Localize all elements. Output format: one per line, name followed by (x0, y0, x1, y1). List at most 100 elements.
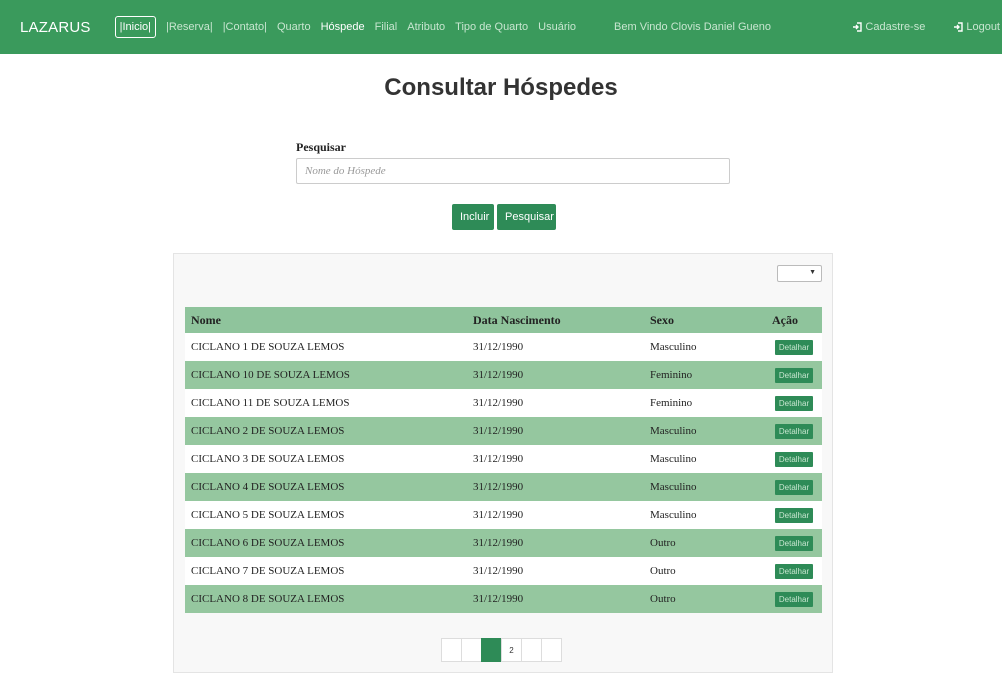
nav-item-atributo[interactable]: Atributo (407, 21, 445, 33)
cell-nome: CICLANO 3 DE SOUZA LEMOS (185, 445, 467, 473)
detalhar-button[interactable]: Detalhar (774, 367, 814, 383)
pagination-page-2[interactable]: 2 (501, 638, 522, 662)
table-row: CICLANO 3 DE SOUZA LEMOS 31/12/1990 Masc… (185, 445, 822, 473)
pesquisar-button[interactable]: Pesquisar (497, 204, 556, 230)
cell-acao: Detalhar (766, 389, 822, 417)
nav-item-inicio[interactable]: |Inicio| (114, 16, 156, 38)
nav-right-group: Cadastre-se Logout (852, 0, 1002, 54)
cell-acao: Detalhar (766, 585, 822, 613)
cell-acao: Detalhar (766, 361, 822, 389)
pagination-next[interactable] (521, 638, 542, 662)
cell-nome: CICLANO 10 DE SOUZA LEMOS (185, 361, 467, 389)
cell-sexo: Masculino (644, 417, 766, 445)
column-header-data-nascimento[interactable]: Data Nascimento (467, 307, 644, 333)
cell-data-nascimento: 31/12/1990 (467, 333, 644, 361)
table-row: CICLANO 1 DE SOUZA LEMOS 31/12/1990 Masc… (185, 333, 822, 361)
guests-table: Nome Data Nascimento Sexo Ação CICLANO 1… (185, 307, 822, 613)
brand-logo[interactable]: LAZARUS (20, 19, 91, 36)
cell-nome: CICLANO 4 DE SOUZA LEMOS (185, 473, 467, 501)
nav-item-tipo-de-quarto[interactable]: Tipo de Quarto (455, 21, 528, 33)
column-header-nome[interactable]: Nome (185, 307, 467, 333)
table-row: CICLANO 6 DE SOUZA LEMOS 31/12/1990 Outr… (185, 529, 822, 557)
incluir-button[interactable]: Incluir (452, 204, 494, 230)
detalhar-button[interactable]: Detalhar (774, 535, 814, 551)
table-row: CICLANO 8 DE SOUZA LEMOS 31/12/1990 Outr… (185, 585, 822, 613)
cell-sexo: Feminino (644, 361, 766, 389)
search-label: Pesquisar (296, 140, 347, 154)
login-icon (853, 22, 863, 32)
cell-data-nascimento: 31/12/1990 (467, 361, 644, 389)
column-header-sexo[interactable]: Sexo (644, 307, 766, 333)
table-row: CICLANO 4 DE SOUZA LEMOS 31/12/1990 Masc… (185, 473, 822, 501)
detalhar-button[interactable]: Detalhar (774, 339, 814, 355)
nav-item-contato[interactable]: |Contato| (223, 21, 267, 33)
detalhar-button[interactable]: Detalhar (774, 479, 814, 495)
cell-data-nascimento: 31/12/1990 (467, 417, 644, 445)
cell-data-nascimento: 31/12/1990 (467, 445, 644, 473)
pagination-prev[interactable] (461, 638, 482, 662)
cell-nome: CICLANO 6 DE SOUZA LEMOS (185, 529, 467, 557)
logout-link[interactable]: Logout (953, 21, 1000, 33)
cell-acao: Detalhar (766, 529, 822, 557)
cell-sexo: Masculino (644, 333, 766, 361)
detalhar-button[interactable]: Detalhar (774, 591, 814, 607)
welcome-message: Bem Vindo Clovis Daniel Gueno (614, 21, 771, 33)
page-size-select[interactable]: ▼ (777, 265, 822, 282)
cell-acao: Detalhar (766, 501, 822, 529)
cell-data-nascimento: 31/12/1990 (467, 501, 644, 529)
page-title: Consultar Hóspedes (384, 74, 618, 101)
pagination-first[interactable] (441, 638, 462, 662)
detalhar-button[interactable]: Detalhar (774, 451, 814, 467)
column-header-acao: Ação (766, 307, 822, 333)
pagination: 2 (441, 638, 562, 662)
caret-down-icon: ▼ (809, 269, 816, 276)
table-row: CICLANO 5 DE SOUZA LEMOS 31/12/1990 Masc… (185, 501, 822, 529)
cell-data-nascimento: 31/12/1990 (467, 557, 644, 585)
cell-sexo: Masculino (644, 445, 766, 473)
cell-sexo: Outro (644, 585, 766, 613)
table-header-row: Nome Data Nascimento Sexo Ação (185, 307, 822, 333)
logout-label: Logout (966, 21, 1000, 33)
cell-nome: CICLANO 7 DE SOUZA LEMOS (185, 557, 467, 585)
detalhar-button[interactable]: Detalhar (774, 423, 814, 439)
table-row: CICLANO 11 DE SOUZA LEMOS 31/12/1990 Fem… (185, 389, 822, 417)
cell-sexo: Masculino (644, 501, 766, 529)
detalhar-button[interactable]: Detalhar (774, 507, 814, 523)
table-row: CICLANO 2 DE SOUZA LEMOS 31/12/1990 Masc… (185, 417, 822, 445)
cell-data-nascimento: 31/12/1990 (467, 473, 644, 501)
detalhar-button[interactable]: Detalhar (774, 563, 814, 579)
cell-nome: CICLANO 5 DE SOUZA LEMOS (185, 501, 467, 529)
table-row: CICLANO 10 DE SOUZA LEMOS 31/12/1990 Fem… (185, 361, 822, 389)
nav-item-filial[interactable]: Filial (375, 21, 398, 33)
cell-data-nascimento: 31/12/1990 (467, 529, 644, 557)
table-body: CICLANO 1 DE SOUZA LEMOS 31/12/1990 Masc… (185, 333, 822, 613)
cell-acao: Detalhar (766, 445, 822, 473)
pagination-page-1[interactable] (481, 638, 502, 662)
login-icon (954, 22, 964, 32)
top-navbar: LAZARUS |Inicio| |Reserva| |Contato| Qua… (0, 0, 1002, 54)
cell-acao: Detalhar (766, 557, 822, 585)
nav-item-usuario[interactable]: Usuário (538, 21, 576, 33)
search-input[interactable] (296, 158, 730, 184)
cell-data-nascimento: 31/12/1990 (467, 585, 644, 613)
table-row: CICLANO 7 DE SOUZA LEMOS 31/12/1990 Outr… (185, 557, 822, 585)
cell-sexo: Masculino (644, 473, 766, 501)
cell-nome: CICLANO 8 DE SOUZA LEMOS (185, 585, 467, 613)
cell-nome: CICLANO 11 DE SOUZA LEMOS (185, 389, 467, 417)
cell-acao: Detalhar (766, 473, 822, 501)
cell-nome: CICLANO 1 DE SOUZA LEMOS (185, 333, 467, 361)
signup-label: Cadastre-se (865, 21, 926, 33)
cell-sexo: Outro (644, 529, 766, 557)
cell-nome: CICLANO 2 DE SOUZA LEMOS (185, 417, 467, 445)
signup-link[interactable]: Cadastre-se (852, 21, 925, 33)
cell-acao: Detalhar (766, 333, 822, 361)
nav-item-quarto[interactable]: Quarto (277, 21, 311, 33)
cell-acao: Detalhar (766, 417, 822, 445)
cell-sexo: Outro (644, 557, 766, 585)
nav-item-reserva[interactable]: |Reserva| (166, 21, 213, 33)
detalhar-button[interactable]: Detalhar (774, 395, 814, 411)
cell-sexo: Feminino (644, 389, 766, 417)
cell-data-nascimento: 31/12/1990 (467, 389, 644, 417)
nav-item-hospede[interactable]: Hóspede (321, 21, 365, 33)
pagination-last[interactable] (541, 638, 562, 662)
